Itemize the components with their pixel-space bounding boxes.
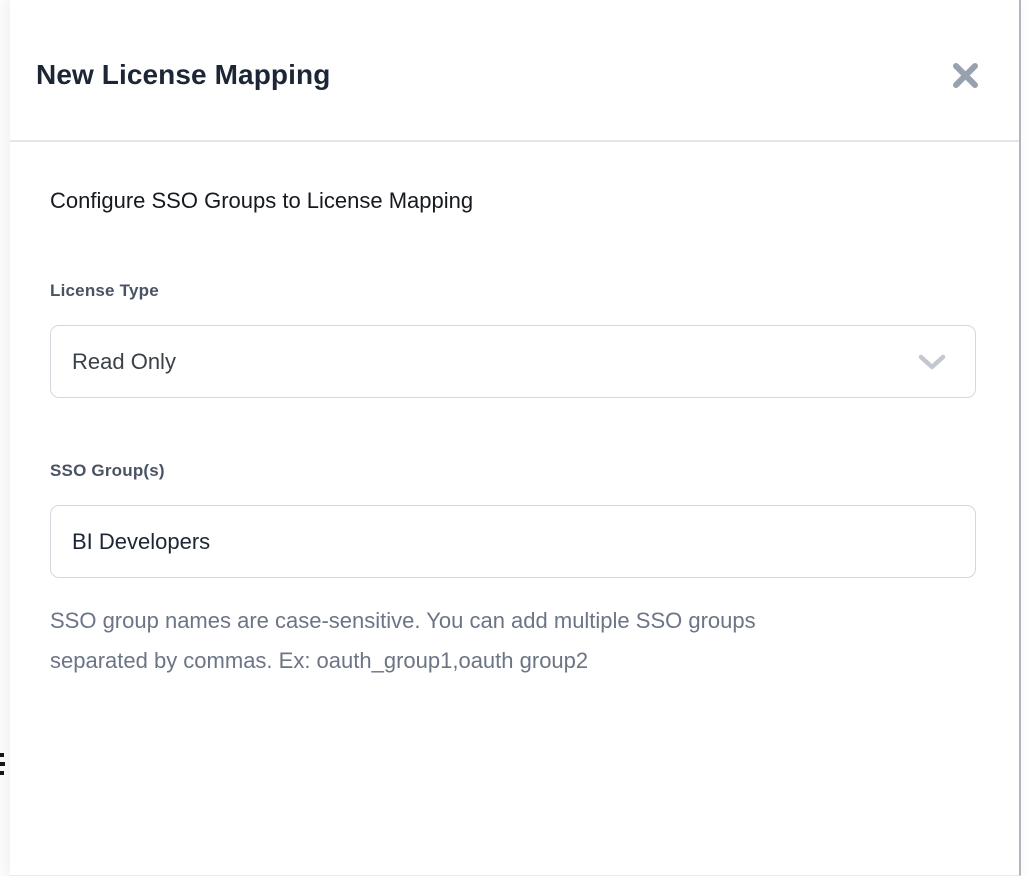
modal-subheading: Configure SSO Groups to License Mapping (50, 187, 976, 215)
sso-groups-help-line-1: SSO group names are case-sensitive. You … (50, 601, 950, 641)
modal-body: Configure SSO Groups to License Mapping … (10, 142, 1019, 681)
modal-title: New License Mapping (36, 59, 330, 91)
close-button[interactable] (947, 57, 983, 93)
sso-groups-label: SSO Group(s) (50, 461, 976, 481)
license-type-select[interactable]: Read Only (50, 325, 976, 398)
chevron-down-icon (917, 353, 947, 371)
close-icon (952, 62, 979, 89)
modal-header: New License Mapping (10, 0, 1019, 142)
background-list-icon-fragment (0, 753, 6, 783)
sso-groups-help-line-2: separated by commas. Ex: oauth_group1,oa… (50, 641, 950, 681)
license-type-label: License Type (50, 281, 976, 301)
new-license-mapping-modal: New License Mapping Configure SSO Groups… (10, 0, 1021, 876)
screen: New License Mapping Configure SSO Groups… (0, 0, 1028, 876)
sso-groups-input[interactable] (50, 505, 976, 578)
license-type-selected-value: Read Only (72, 349, 176, 375)
sso-groups-help-text: SSO group names are case-sensitive. You … (50, 601, 950, 681)
